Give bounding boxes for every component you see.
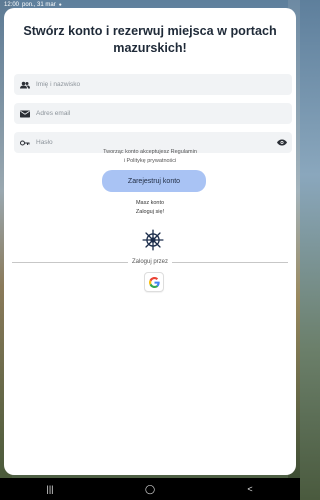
google-icon <box>148 276 160 288</box>
divider-line-right <box>172 261 288 263</box>
register-button[interactable]: Zarejestruj konto <box>102 170 206 192</box>
key-icon <box>16 139 34 147</box>
back-icon[interactable]: < <box>235 484 265 494</box>
terms-text: Tworząc konto akceptujesz Regulamin i Po… <box>4 148 296 166</box>
email-input[interactable] <box>34 110 292 117</box>
system-nav-bar: ||| ◯ < <box>0 478 300 500</box>
status-bar: 12:00 pon., 31 mar ● <box>0 0 300 9</box>
has-account-text: Masz konto <box>135 200 165 206</box>
name-field[interactable] <box>14 74 292 95</box>
email-field[interactable] <box>14 103 292 124</box>
status-time: 12:00 <box>4 1 20 8</box>
login-prompt: Masz konto Zaloguj się! <box>4 199 296 217</box>
people-icon <box>16 81 34 89</box>
notification-icon: ● <box>58 1 62 8</box>
status-date: pon., 31 mar <box>22 1 56 8</box>
login-link[interactable]: Zaloguj się! <box>4 208 296 217</box>
divider-line-left <box>12 261 128 263</box>
name-input[interactable] <box>34 81 292 88</box>
envelope-icon <box>16 110 34 118</box>
login-via-divider: Zaloguj przez <box>12 256 288 268</box>
recent-apps-icon[interactable]: ||| <box>35 484 65 494</box>
terms-line-2[interactable]: i Politykę prywatności <box>4 157 296 166</box>
register-card: Stwórz konto i rezerwuj miejsca w portac… <box>4 8 296 475</box>
password-input[interactable] <box>34 139 275 146</box>
home-icon[interactable]: ◯ <box>135 484 165 495</box>
google-login-button[interactable] <box>144 272 164 292</box>
eye-icon[interactable] <box>275 139 289 146</box>
page-title: Stwórz konto i rezerwuj miejsca w portac… <box>23 24 277 55</box>
terms-line-1[interactable]: Tworząc konto akceptujesz Regulamin <box>4 148 296 157</box>
ship-wheel-icon <box>142 229 164 251</box>
login-via-label: Zaloguj przez <box>131 259 169 265</box>
